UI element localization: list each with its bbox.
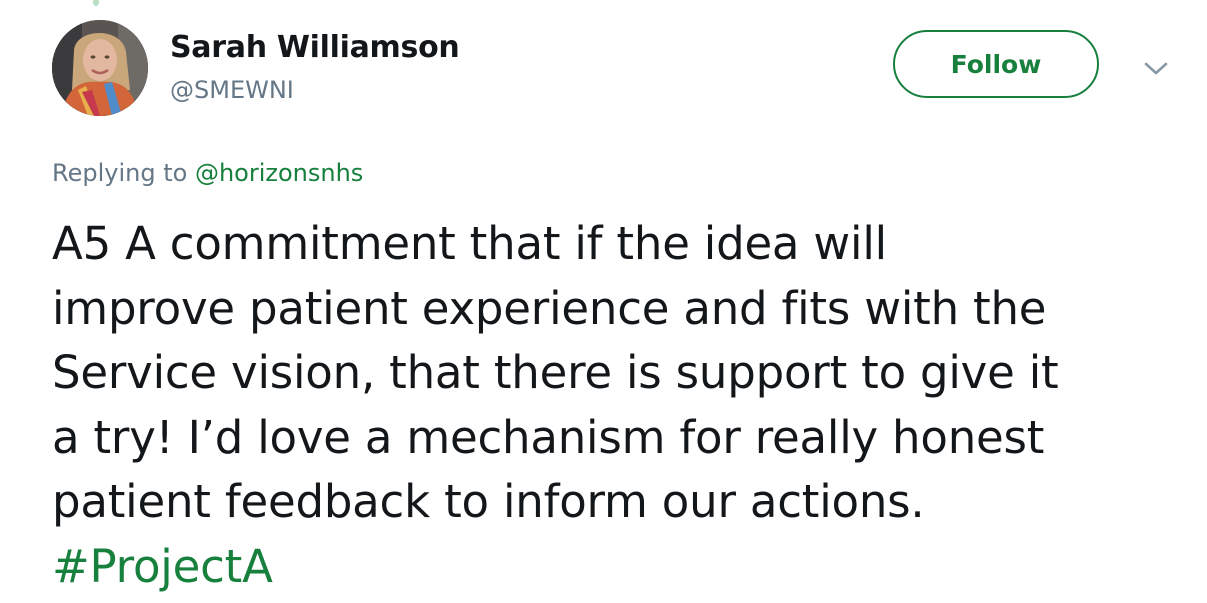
user-handle[interactable]: @SMEWNI — [170, 74, 294, 106]
tweet-text-line: Service vision, that there is support to… — [52, 346, 1059, 399]
tweet-text: A5 A commitment that if the idea will im… — [52, 212, 1182, 599]
avatar[interactable] — [52, 20, 148, 116]
tweet-text-line: A5 A commitment that if the idea will — [52, 217, 887, 270]
replying-to-label: Replying to — [52, 159, 188, 187]
tweet-text-line: a try! I’d love a mechanism for really h… — [52, 410, 1045, 464]
hashtag-link[interactable]: #ProjectA — [52, 535, 1182, 600]
profile-photo-icon — [52, 20, 148, 116]
replying-to: Replying to @horizonsnhs — [52, 156, 363, 190]
thread-connector-line — [93, 0, 99, 6]
tweet-text-line: patient feedback to inform our actions. — [52, 475, 925, 528]
display-name[interactable]: Sarah Williamson — [170, 28, 460, 68]
follow-button[interactable]: Follow — [893, 30, 1099, 98]
tweet-menu-button[interactable] — [1141, 58, 1171, 80]
tweet-text-line: improve patient experience and fits with… — [52, 281, 1047, 335]
chevron-down-icon — [1144, 62, 1168, 75]
reply-mention-link[interactable]: @horizonsnhs — [195, 159, 363, 187]
